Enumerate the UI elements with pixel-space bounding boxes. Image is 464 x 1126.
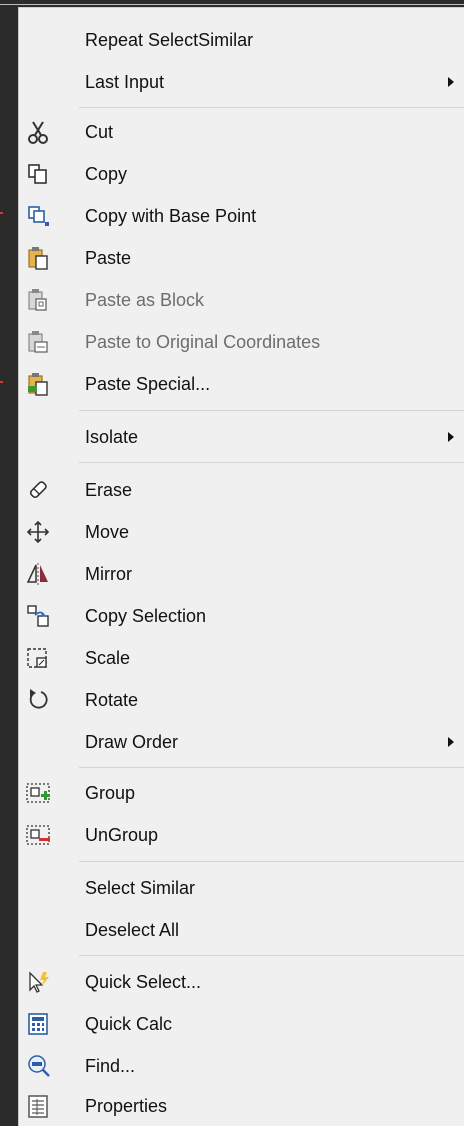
menu-item-label: Deselect All xyxy=(85,920,180,940)
eraser-icon xyxy=(24,476,52,504)
menu-item-label: Group xyxy=(85,783,136,803)
paste-original-icon xyxy=(24,328,52,356)
menu-item-draw-order[interactable]: Draw Order xyxy=(19,722,464,762)
menu-item-label: Scale xyxy=(85,648,131,668)
paste-block-icon xyxy=(24,286,52,314)
paste-icon xyxy=(24,244,52,272)
menu-item-paste-as-block[interactable]: Paste as Block xyxy=(19,280,464,320)
menu-item-label: Find... xyxy=(85,1056,136,1076)
menu-item-label: Rotate xyxy=(85,690,139,710)
menu-item-last-input[interactable]: Last Input xyxy=(19,62,464,102)
menu-item-copy[interactable]: Copy xyxy=(19,154,464,194)
quick-select-icon xyxy=(24,968,52,996)
drawing-marker xyxy=(0,381,3,383)
menu-item-label: Properties xyxy=(85,1096,168,1116)
find-icon xyxy=(24,1052,52,1080)
menu-item-paste-to-original-coordinates[interactable]: Paste to Original Coordinates xyxy=(19,322,464,362)
rotate-icon xyxy=(24,686,52,714)
menu-separator xyxy=(79,462,464,463)
menu-item-rotate[interactable]: Rotate xyxy=(19,680,464,720)
paste-special-icon xyxy=(24,370,52,398)
menu-item-cut[interactable]: Cut xyxy=(19,112,464,152)
copy-selection-icon xyxy=(24,602,52,630)
menu-item-find[interactable]: Find... xyxy=(19,1046,464,1086)
menu-item-move[interactable]: Move xyxy=(19,512,464,552)
menu-item-label: Quick Select... xyxy=(85,972,202,992)
group-icon xyxy=(24,779,52,807)
menu-separator xyxy=(79,861,464,862)
menu-item-label: Last Input xyxy=(85,72,165,92)
menu-item-label: Isolate xyxy=(85,427,139,447)
menu-item-group[interactable]: Group xyxy=(19,773,464,813)
menu-item-paste-special[interactable]: Paste Special... xyxy=(19,364,464,404)
menu-item-erase[interactable]: Erase xyxy=(19,470,464,510)
submenu-arrow-icon xyxy=(448,432,454,442)
menu-item-label: Copy with Base Point xyxy=(85,206,257,226)
menu-item-label: Select Similar xyxy=(85,878,196,898)
copy-base-point-icon xyxy=(24,202,52,230)
menu-item-quick-calc[interactable]: Quick Calc xyxy=(19,1004,464,1044)
menu-separator xyxy=(79,767,464,768)
menu-item-copy-with-base-point[interactable]: Copy with Base Point xyxy=(19,196,464,236)
menu-separator xyxy=(79,410,464,411)
menu-item-label: Paste to Original Coordinates xyxy=(85,332,321,352)
menu-item-properties[interactable]: Properties xyxy=(19,1086,464,1126)
menu-item-label: Mirror xyxy=(85,564,132,584)
drawing-marker xyxy=(0,212,3,214)
menu-item-mirror[interactable]: Mirror xyxy=(19,554,464,594)
menu-item-ungroup[interactable]: UnGroup xyxy=(19,815,464,855)
menu-item-label: Paste xyxy=(85,248,132,268)
menu-item-label: Paste as Block xyxy=(85,290,205,310)
submenu-arrow-icon xyxy=(448,77,454,87)
menu-item-label: Quick Calc xyxy=(85,1014,173,1034)
menu-item-isolate[interactable]: Isolate xyxy=(19,417,464,457)
menu-item-label: Cut xyxy=(85,122,114,142)
ungroup-icon xyxy=(24,821,52,849)
menu-item-label: Copy xyxy=(85,164,128,184)
menu-item-label: Erase xyxy=(85,480,133,500)
move-icon xyxy=(24,518,52,546)
menu-separator xyxy=(79,955,464,956)
menu-item-quick-select[interactable]: Quick Select... xyxy=(19,962,464,1002)
menu-item-select-similar[interactable]: Select Similar xyxy=(19,868,464,908)
calculator-icon xyxy=(24,1010,52,1038)
menu-item-repeat-selectsimilar[interactable]: Repeat SelectSimilar xyxy=(19,20,464,60)
menu-item-label: Copy Selection xyxy=(85,606,207,626)
menu-item-scale[interactable]: Scale xyxy=(19,638,464,678)
menu-item-copy-selection[interactable]: Copy Selection xyxy=(19,596,464,636)
scale-icon xyxy=(24,644,52,672)
submenu-arrow-icon xyxy=(448,737,454,747)
menu-item-label: Move xyxy=(85,522,130,542)
properties-icon xyxy=(24,1092,52,1120)
copy-icon xyxy=(24,160,52,188)
menu-item-label: Draw Order xyxy=(85,732,179,752)
menu-separator xyxy=(79,107,464,108)
drawing-line xyxy=(0,4,464,5)
menu-item-label: UnGroup xyxy=(85,825,159,845)
menu-item-paste[interactable]: Paste xyxy=(19,238,464,278)
menu-item-label: Paste Special... xyxy=(85,374,211,394)
context-menu: Repeat SelectSimilar Last Input Cut Copy xyxy=(18,7,464,1126)
scissors-icon xyxy=(24,118,52,146)
menu-item-deselect-all[interactable]: Deselect All xyxy=(19,910,464,950)
mirror-icon xyxy=(24,560,52,588)
menu-item-label: Repeat SelectSimilar xyxy=(85,30,254,50)
